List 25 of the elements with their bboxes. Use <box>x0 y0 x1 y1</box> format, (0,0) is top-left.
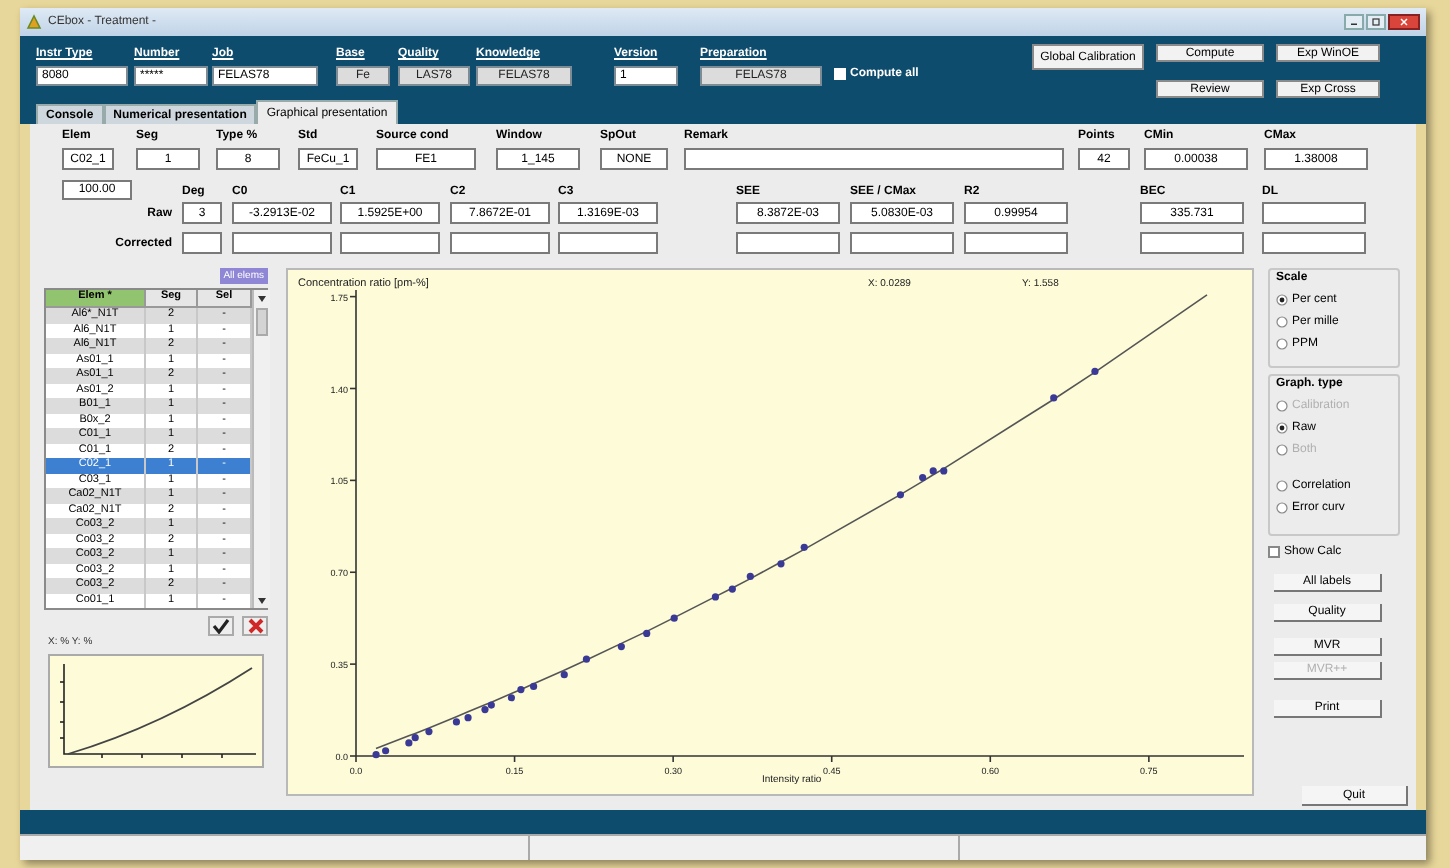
input-field[interactable] <box>1140 232 1244 254</box>
input-field[interactable] <box>340 232 440 254</box>
checkbox-icon[interactable] <box>834 68 846 80</box>
minimize-button[interactable] <box>1344 14 1364 30</box>
input-field[interactable] <box>450 232 550 254</box>
cancel-button[interactable] <box>242 616 268 636</box>
input-field[interactable] <box>1262 202 1366 224</box>
scrollbar-thumb[interactable] <box>256 308 268 336</box>
input-field[interactable] <box>964 232 1068 254</box>
input-field[interactable] <box>558 232 658 254</box>
input-field[interactable] <box>1262 232 1366 254</box>
input-field[interactable] <box>684 148 1064 170</box>
scroll-down-icon[interactable] <box>254 592 270 608</box>
cross-icon <box>247 618 263 634</box>
input-field[interactable] <box>182 232 222 254</box>
app-icon <box>26 14 42 30</box>
input-field[interactable] <box>232 232 332 254</box>
check-icon <box>212 618 230 634</box>
close-button[interactable] <box>1388 14 1420 30</box>
checkbox-icon[interactable] <box>1268 546 1280 558</box>
scrollbar[interactable] <box>252 290 270 608</box>
input-field[interactable] <box>850 232 954 254</box>
confirm-button[interactable] <box>208 616 234 636</box>
maximize-button[interactable] <box>1366 14 1386 30</box>
input-field[interactable] <box>736 232 840 254</box>
